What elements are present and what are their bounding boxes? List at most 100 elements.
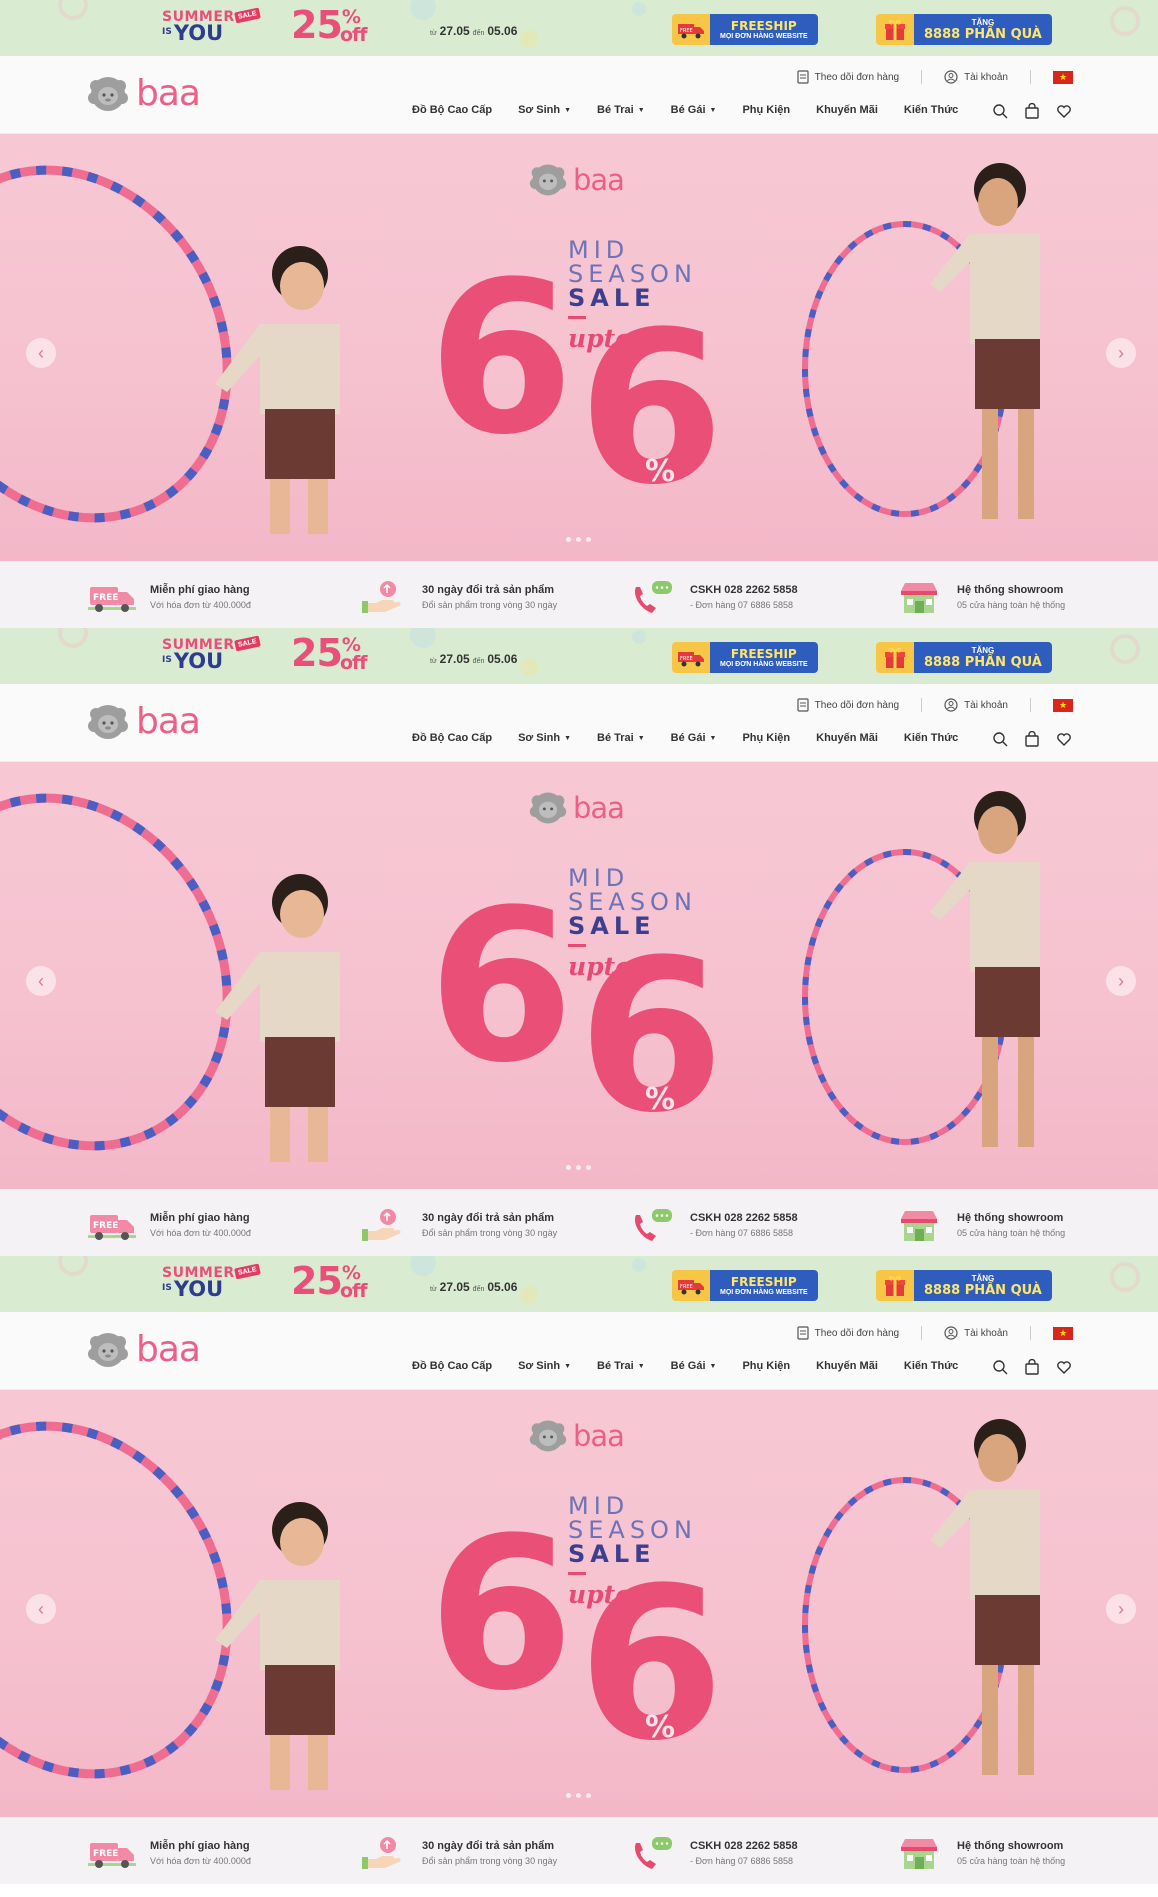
gift-badge[interactable]: TẶNG 8888 PHẦN QUÀ: [876, 14, 1052, 45]
freeship-badge[interactable]: FREE FREESHIP MỌI ĐƠN HÀNG WEBSITE: [672, 14, 818, 45]
store-icon: [895, 1835, 943, 1871]
nav-item[interactable]: Phụ Kiện: [742, 732, 790, 744]
vietnam-flag-icon[interactable]: ★: [1053, 698, 1073, 712]
nav-item[interactable]: Bé Gái ▼: [671, 104, 717, 116]
slider-dot[interactable]: [566, 1793, 571, 1798]
slider-dot[interactable]: [586, 1793, 591, 1798]
slider-next-button[interactable]: ›: [1106, 338, 1136, 368]
feature-item[interactable]: FREE Miễn phí giao hàng Với hóa đơn từ 400…: [88, 1207, 251, 1243]
vietnam-flag-icon[interactable]: ★: [1053, 1326, 1073, 1340]
track-order-link[interactable]: Theo dõi đơn hàng: [797, 70, 899, 84]
feature-item[interactable]: 30 ngày đổi trả sản phẩm Đổi sản phẩm tro…: [360, 579, 557, 615]
promo-percent-value: 25: [291, 3, 343, 47]
slider-next-button[interactable]: ›: [1106, 966, 1136, 996]
feature-item[interactable]: FREE Miễn phí giao hàng Với hóa đơn từ 400…: [88, 579, 251, 615]
slider-prev-button[interactable]: ‹: [26, 966, 56, 996]
order-document-icon: [797, 1326, 809, 1340]
logo-text: baa: [136, 701, 201, 742]
site-logo[interactable]: baa: [86, 1328, 201, 1372]
wishlist-heart-icon[interactable]: [1056, 103, 1072, 119]
caret-down-icon: ▼: [709, 1362, 717, 1370]
search-icon[interactable]: [992, 103, 1008, 119]
cart-bag-icon[interactable]: [1024, 730, 1040, 747]
site-logo[interactable]: baa: [86, 700, 201, 744]
nav-item[interactable]: Khuyến Mãi: [816, 104, 878, 116]
nav-item[interactable]: Đồ Bộ Cao Cấp: [412, 1360, 492, 1372]
nav-item[interactable]: Phụ Kiện: [742, 1360, 790, 1372]
nav-item[interactable]: Kiến Thức: [904, 1360, 958, 1372]
nav-item[interactable]: Khuyến Mãi: [816, 1360, 878, 1372]
nav-item[interactable]: Bé Trai ▼: [597, 1360, 645, 1372]
slider-dot[interactable]: [576, 1793, 581, 1798]
chevron-left-icon: ‹: [38, 342, 44, 363]
slider-prev-button[interactable]: ‹: [26, 1594, 56, 1624]
promo-banner[interactable]: SUMMER ISYOU SALE 25%off từ 27.05 đến 05.06…: [0, 628, 1158, 684]
track-order-link[interactable]: Theo dõi đơn hàng: [797, 698, 899, 712]
nav-item-label: Phụ Kiện: [742, 732, 791, 744]
freeship-badge[interactable]: FREE FREESHIP MỌI ĐƠN HÀNG WEBSITE: [672, 1270, 818, 1301]
freeship-badge[interactable]: FREE FREESHIP MỌI ĐƠN HÀNG WEBSITE: [672, 642, 818, 673]
gift-badge[interactable]: TẶNG 8888 PHẦN QUÀ: [876, 1270, 1052, 1301]
promo-banner[interactable]: SUMMER ISYOU SALE 25%off từ 27.05 đến 05.06…: [0, 0, 1158, 56]
nav-item[interactable]: Bé Trai ▼: [597, 104, 645, 116]
nav-item[interactable]: Khuyến Mãi: [816, 732, 878, 744]
feature-item[interactable]: CSKH 028 2262 5858 - Đơn hàng 07 6886 585…: [628, 1207, 798, 1243]
nav-item[interactable]: Đồ Bộ Cao Cấp: [412, 104, 492, 116]
nav-item-label: Sơ Sinh: [518, 732, 561, 744]
feature-item[interactable]: Hệ thống showroom 05 cửa hàng toàn hệ thố…: [895, 1207, 1065, 1243]
feature-item[interactable]: 30 ngày đổi trả sản phẩm Đổi sản phẩm tro…: [360, 1835, 557, 1871]
feature-item[interactable]: CSKH 028 2262 5858 - Đơn hàng 07 6886 585…: [628, 579, 798, 615]
slider-dot[interactable]: [586, 537, 591, 542]
hero-slider[interactable]: baa MID SEASON SALE upto 6 6 ‹ › %: [0, 762, 1158, 1189]
hero-slider[interactable]: baa MID SEASON SALE upto 6 6 ‹ › %: [0, 134, 1158, 561]
search-icon[interactable]: [992, 731, 1008, 747]
divider: [1030, 70, 1031, 84]
feature-item[interactable]: FREE Miễn phí giao hàng Với hóa đơn từ 400…: [88, 1835, 251, 1871]
gift-badge[interactable]: TẶNG 8888 PHẦN QUÀ: [876, 642, 1052, 673]
feature-subtitle: - Đơn hàng 07 6886 5858: [690, 1856, 793, 1866]
slider-dot[interactable]: [576, 1165, 581, 1170]
slider-dot[interactable]: [566, 1165, 571, 1170]
account-link[interactable]: Tài khoản: [944, 70, 1008, 84]
slider-dot[interactable]: [566, 537, 571, 542]
feature-subtitle: - Đơn hàng 07 6886 5858: [690, 600, 793, 610]
slider-dot[interactable]: [586, 1165, 591, 1170]
divider: [1030, 698, 1031, 712]
wishlist-heart-icon[interactable]: [1056, 731, 1072, 747]
slider-next-button[interactable]: ›: [1106, 1594, 1136, 1624]
nav-item-label: Bé Gái: [670, 104, 706, 116]
hero-slider[interactable]: baa MID SEASON SALE upto 6 6 ‹ › %: [0, 1390, 1158, 1817]
nav-item[interactable]: Bé Gái ▼: [671, 732, 717, 744]
vietnam-flag-icon[interactable]: ★: [1053, 70, 1073, 84]
nav-item[interactable]: Phụ Kiện: [742, 104, 790, 116]
nav-item[interactable]: Đồ Bộ Cao Cấp: [412, 732, 492, 744]
cart-bag-icon[interactable]: [1024, 1358, 1040, 1375]
slider-prev-button[interactable]: ‹: [26, 338, 56, 368]
nav-item[interactable]: Bé Gái ▼: [671, 1360, 717, 1372]
feature-item[interactable]: Hệ thống showroom 05 cửa hàng toàn hệ thố…: [895, 1835, 1065, 1871]
slider-dot[interactable]: [576, 537, 581, 542]
cart-bag-icon[interactable]: [1024, 102, 1040, 119]
feature-title: Hệ thống showroom: [957, 1212, 1064, 1224]
nav-item[interactable]: Bé Trai ▼: [597, 732, 645, 744]
nav-item[interactable]: Sơ Sinh ▼: [518, 104, 571, 116]
nav-item[interactable]: Kiến Thức: [904, 732, 958, 744]
wishlist-heart-icon[interactable]: [1056, 1359, 1072, 1375]
gift-title: 8888 PHẦN QUÀ: [924, 26, 1042, 42]
feature-item[interactable]: 30 ngày đổi trả sản phẩm Đổi sản phẩm tro…: [360, 1207, 557, 1243]
nav-item[interactable]: Sơ Sinh ▼: [518, 732, 571, 744]
feature-item[interactable]: Hệ thống showroom 05 cửa hàng toàn hệ thố…: [895, 579, 1065, 615]
account-link[interactable]: Tài khoản: [944, 1326, 1008, 1340]
track-order-link[interactable]: Theo dõi đơn hàng: [797, 1326, 899, 1340]
decor-bubble: [410, 0, 436, 20]
promo-from-label: từ: [430, 1286, 437, 1293]
feature-item[interactable]: CSKH 028 2262 5858 - Đơn hàng 07 6886 585…: [628, 1835, 798, 1871]
account-link[interactable]: Tài khoản: [944, 698, 1008, 712]
site-logo[interactable]: baa: [86, 72, 201, 116]
decor-bubble: [1110, 6, 1140, 36]
track-order-label: Theo dõi đơn hàng: [814, 71, 900, 83]
nav-item[interactable]: Sơ Sinh ▼: [518, 1360, 571, 1372]
search-icon[interactable]: [992, 1359, 1008, 1375]
nav-item[interactable]: Kiến Thức: [904, 104, 958, 116]
promo-banner[interactable]: SUMMER ISYOU SALE 25%off từ 27.05 đến 05.06…: [0, 1256, 1158, 1312]
